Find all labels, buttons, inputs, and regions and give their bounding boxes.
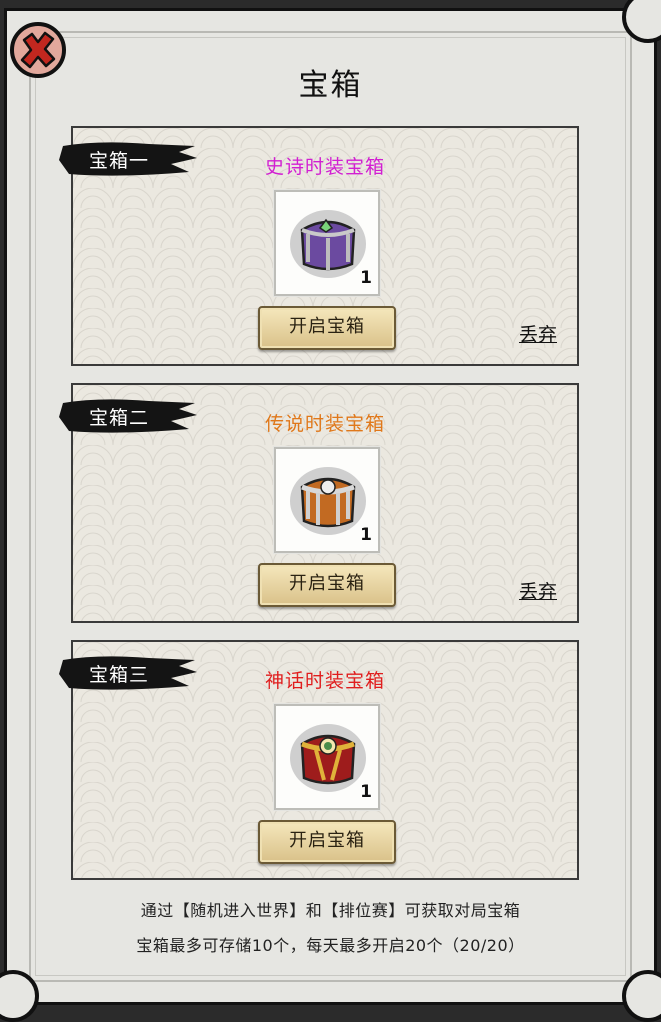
chest-quantity: 1: [360, 782, 372, 802]
open-chest-button[interactable]: 开启宝箱: [258, 820, 396, 864]
discard-link[interactable]: 丢弃: [519, 320, 557, 347]
discard-link[interactable]: 丢弃: [519, 577, 557, 604]
corner-ornament: [622, 970, 661, 1022]
purple-chest-icon: [290, 210, 366, 278]
dialog-title: 宝箱: [298, 68, 363, 103]
open-chest-button[interactable]: 开启宝箱: [258, 306, 396, 350]
close-x-icon: [20, 31, 56, 69]
close-button[interactable]: [10, 22, 66, 78]
open-chest-button[interactable]: 开启宝箱: [258, 563, 396, 607]
chest-card-3: 宝箱三 神话时装宝箱 1 开启宝箱: [59, 640, 579, 880]
chest-name: 神话时装宝箱: [264, 670, 385, 692]
silver-orange-chest-icon: [290, 467, 366, 535]
chest-item-slot[interactable]: 1: [274, 704, 380, 810]
info-text-line-1: 通过【随机进入世界】和【排位赛】可获取对局宝箱: [140, 901, 521, 920]
chest-name: 史诗时装宝箱: [264, 156, 385, 178]
chest-item-slot[interactable]: 1: [274, 447, 380, 553]
chest-card-2: 宝箱二 传说时装宝箱 1 开启宝箱 丢弃: [59, 383, 579, 623]
chest-quantity: 1: [360, 268, 372, 288]
info-text-line-2: 宝箱最多可存储10个，每天最多开启20个（20/20）: [136, 936, 525, 955]
chest-item-slot[interactable]: 1: [274, 190, 380, 296]
red-gold-chest-icon: [290, 724, 366, 792]
chest-name: 传说时装宝箱: [264, 413, 385, 435]
chest-card-1: 宝箱一 史诗时装宝箱 1 开启宝箱 丢弃: [59, 126, 579, 366]
chest-quantity: 1: [360, 525, 372, 545]
